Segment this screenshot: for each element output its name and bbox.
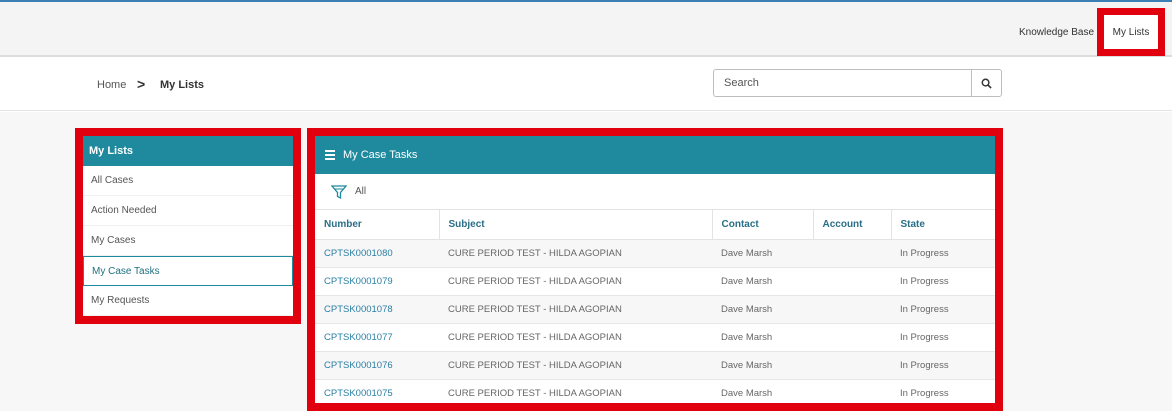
- task-contact: Dave Marsh: [712, 379, 813, 403]
- breadcrumb-separator: >: [137, 76, 146, 92]
- breadcrumb-current: My Lists: [160, 79, 205, 91]
- task-account: [813, 323, 891, 352]
- task-account: [813, 295, 891, 324]
- panel-header: My Case Tasks: [315, 136, 995, 174]
- task-subject: CURE PERIOD TEST - HILDA AGOPIAN: [439, 267, 712, 296]
- column-header-state[interactable]: State: [891, 210, 995, 240]
- task-contact: Dave Marsh: [712, 295, 813, 324]
- task-state: In Progress: [891, 267, 995, 296]
- task-subject: CURE PERIOD TEST - HILDA AGOPIAN: [439, 323, 712, 352]
- task-contact: Dave Marsh: [712, 323, 813, 352]
- sidebar-item-action-needed[interactable]: Action Needed: [83, 196, 293, 226]
- table-row[interactable]: CPTSK0001078 CURE PERIOD TEST - HILDA AG…: [315, 295, 995, 324]
- table-row[interactable]: CPTSK0001075 CURE PERIOD TEST - HILDA AG…: [315, 379, 995, 403]
- task-number-link[interactable]: CPTSK0001080: [315, 239, 439, 268]
- table-row[interactable]: CPTSK0001076 CURE PERIOD TEST - HILDA AG…: [315, 351, 995, 380]
- task-number-link[interactable]: CPTSK0001079: [315, 267, 439, 296]
- filter-all-link[interactable]: All: [355, 186, 366, 197]
- task-account: [813, 379, 891, 403]
- task-contact: Dave Marsh: [712, 351, 813, 380]
- sidebar-item-my-cases[interactable]: My Cases: [83, 226, 293, 256]
- sidebar-item-my-case-tasks[interactable]: My Case Tasks: [83, 256, 293, 286]
- task-state: In Progress: [891, 351, 995, 380]
- task-number-link[interactable]: CPTSK0001077: [315, 323, 439, 352]
- task-state: In Progress: [891, 379, 995, 403]
- task-subject: CURE PERIOD TEST - HILDA AGOPIAN: [439, 239, 712, 268]
- column-header-number[interactable]: Number: [315, 210, 440, 240]
- task-account: [813, 239, 891, 268]
- sidebar: My Lists All Cases Action Needed My Case…: [75, 128, 301, 324]
- task-state: In Progress: [891, 239, 995, 268]
- case-tasks-panel: My Case Tasks All Number Subject Contact…: [307, 128, 1003, 411]
- column-header-contact[interactable]: Contact: [712, 210, 814, 240]
- task-number-link[interactable]: CPTSK0001076: [315, 351, 439, 380]
- top-bar: [0, 0, 1172, 57]
- nav-knowledge-base[interactable]: Knowledge Base: [1019, 27, 1094, 38]
- task-contact: Dave Marsh: [712, 239, 813, 268]
- task-subject: CURE PERIOD TEST - HILDA AGOPIAN: [439, 379, 712, 403]
- task-contact: Dave Marsh: [712, 267, 813, 296]
- column-header-account[interactable]: Account: [813, 210, 892, 240]
- sidebar-item-all-cases[interactable]: All Cases: [83, 166, 293, 196]
- case-tasks-table: Number Subject Contact Account State CPT…: [315, 210, 995, 403]
- search-input[interactable]: [714, 70, 971, 96]
- task-subject: CURE PERIOD TEST - HILDA AGOPIAN: [439, 351, 712, 380]
- filter-row: All: [315, 174, 995, 210]
- table-row[interactable]: CPTSK0001080 CURE PERIOD TEST - HILDA AG…: [315, 239, 995, 268]
- breadcrumb-home[interactable]: Home: [97, 79, 126, 91]
- table-row[interactable]: CPTSK0001079 CURE PERIOD TEST - HILDA AG…: [315, 267, 995, 296]
- task-state: In Progress: [891, 323, 995, 352]
- panel-title: My Case Tasks: [343, 149, 418, 161]
- search-button[interactable]: [971, 70, 1001, 96]
- menu-icon[interactable]: [325, 150, 335, 160]
- search-icon: [981, 78, 992, 89]
- sidebar-title: My Lists: [83, 136, 293, 166]
- task-account: [813, 351, 891, 380]
- column-header-subject[interactable]: Subject: [439, 210, 713, 240]
- task-subject: CURE PERIOD TEST - HILDA AGOPIAN: [439, 295, 712, 324]
- task-number-link[interactable]: CPTSK0001078: [315, 295, 439, 324]
- table-row[interactable]: CPTSK0001077 CURE PERIOD TEST - HILDA AG…: [315, 323, 995, 352]
- task-account: [813, 267, 891, 296]
- sidebar-item-my-requests[interactable]: My Requests: [83, 286, 293, 316]
- search-box: [713, 69, 1002, 97]
- task-number-link[interactable]: CPTSK0001075: [315, 379, 439, 403]
- task-state: In Progress: [891, 295, 995, 324]
- filter-icon[interactable]: [331, 184, 347, 200]
- table-header-row: Number Subject Contact Account State: [315, 210, 995, 240]
- nav-my-lists[interactable]: My Lists: [1097, 8, 1165, 56]
